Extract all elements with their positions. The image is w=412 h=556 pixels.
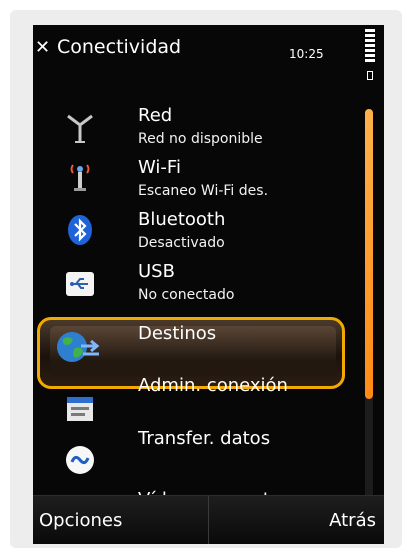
page-title: Conectividad	[57, 36, 182, 58]
wifi-antenna-icon	[70, 164, 90, 191]
signal-strength-icon	[365, 29, 375, 64]
bluetooth-icon	[68, 215, 92, 245]
list-item-wifi[interactable]: Wi-Fi Escaneo Wi-Fi des.	[33, 155, 363, 207]
list-item-sublabel: No conectado	[138, 287, 235, 303]
list-item-label: Admin. conexión	[138, 375, 288, 396]
list-item-label: Red	[138, 105, 173, 126]
antenna-icon	[67, 114, 93, 143]
list-item-transfer-datos[interactable]: Transfer. datos	[33, 425, 363, 477]
usb-icon	[66, 272, 94, 296]
phone-screen: ✕ Conectividad 10:25 Red Red no disponib…	[33, 25, 384, 544]
list-item-admin-conexion[interactable]: Admin. conexión	[33, 373, 363, 425]
softkey-divider	[208, 496, 209, 544]
list-item-sublabel: Desactivado	[138, 235, 225, 251]
back-softkey[interactable]: Atrás	[329, 510, 376, 531]
transfer-icon	[66, 446, 94, 474]
connection-manager-icon	[67, 397, 93, 421]
list-item-label: Bluetooth	[138, 209, 226, 230]
softkey-bar: Opciones Atrás	[33, 495, 384, 544]
list-item-destinos[interactable]: Destinos	[33, 321, 363, 373]
list-item-label: USB	[138, 261, 175, 282]
list-item-label: Destinos	[138, 323, 217, 344]
options-softkey[interactable]: Opciones	[39, 510, 122, 531]
connectivity-list: Red Red no disponible Wi-Fi Escaneo Wi-F…	[33, 103, 363, 510]
scrollbar-thumb[interactable]	[365, 109, 373, 399]
list-item-label: Wi-Fi	[138, 157, 181, 178]
list-item-sublabel: Red no disponible	[138, 131, 263, 147]
clock: 10:25	[289, 47, 324, 61]
close-icon[interactable]: ✕	[35, 37, 50, 59]
list-item-bluetooth[interactable]: Bluetooth Desactivado	[33, 207, 363, 259]
globe-icon	[57, 332, 100, 362]
title-bar: ✕ Conectividad 10:25	[33, 25, 384, 95]
list-item-label: Transfer. datos	[138, 428, 271, 449]
list-item-usb[interactable]: USB No conectado	[33, 259, 363, 311]
battery-icon	[367, 71, 373, 80]
list-item-red[interactable]: Red Red no disponible	[33, 103, 363, 155]
list-item-sublabel: Escaneo Wi-Fi des.	[138, 183, 269, 199]
